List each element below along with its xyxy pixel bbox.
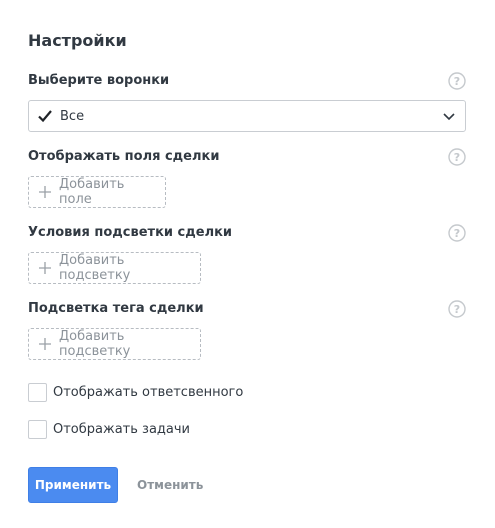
funnels-label: Выберите воронки	[28, 73, 170, 88]
plus-icon	[39, 186, 51, 198]
funnels-select[interactable]: Все	[28, 100, 466, 132]
cancel-button[interactable]: Отменить	[137, 478, 203, 492]
add-field-button[interactable]: Добавить поле	[28, 176, 166, 208]
show-tasks-label: Отображать задачи	[53, 422, 191, 437]
check-icon	[38, 110, 52, 123]
panel-title: Настройки	[28, 31, 127, 50]
show-tasks-row[interactable]: Отображать задачи	[28, 420, 190, 439]
add-tag-highlight-label: Добавить подсветку	[59, 329, 131, 359]
highlight-conditions-label: Условия подсветки сделки	[28, 225, 233, 240]
show-responsible-checkbox[interactable]	[28, 383, 47, 402]
add-tag-highlight-button[interactable]: Добавить подсветку	[28, 328, 201, 360]
show-tasks-checkbox[interactable]	[28, 420, 47, 439]
apply-button[interactable]: Применить	[28, 467, 118, 503]
show-responsible-row[interactable]: Отображать ответсвенного	[28, 383, 243, 402]
question-circle-icon[interactable]: ?	[448, 224, 466, 242]
svg-text:?: ?	[454, 303, 460, 316]
question-circle-icon[interactable]: ?	[448, 72, 466, 90]
add-field-label: Добавить поле	[59, 177, 125, 207]
svg-text:?: ?	[454, 151, 460, 164]
add-highlight-condition-button[interactable]: Добавить подсветку	[28, 252, 201, 284]
funnels-selected-value: Все	[60, 109, 85, 124]
show-responsible-label: Отображать ответсвенного	[53, 385, 244, 400]
svg-text:?: ?	[454, 75, 460, 88]
svg-text:?: ?	[454, 227, 460, 240]
fields-label: Отображать поля сделки	[28, 149, 220, 164]
question-circle-icon[interactable]: ?	[448, 148, 466, 166]
chevron-down-icon	[443, 113, 455, 121]
question-circle-icon[interactable]: ?	[448, 300, 466, 318]
plus-icon	[39, 338, 51, 350]
tag-highlight-label: Подсветка тега сделки	[28, 301, 204, 316]
plus-icon	[39, 262, 51, 274]
add-highlight-condition-label: Добавить подсветку	[59, 253, 131, 283]
